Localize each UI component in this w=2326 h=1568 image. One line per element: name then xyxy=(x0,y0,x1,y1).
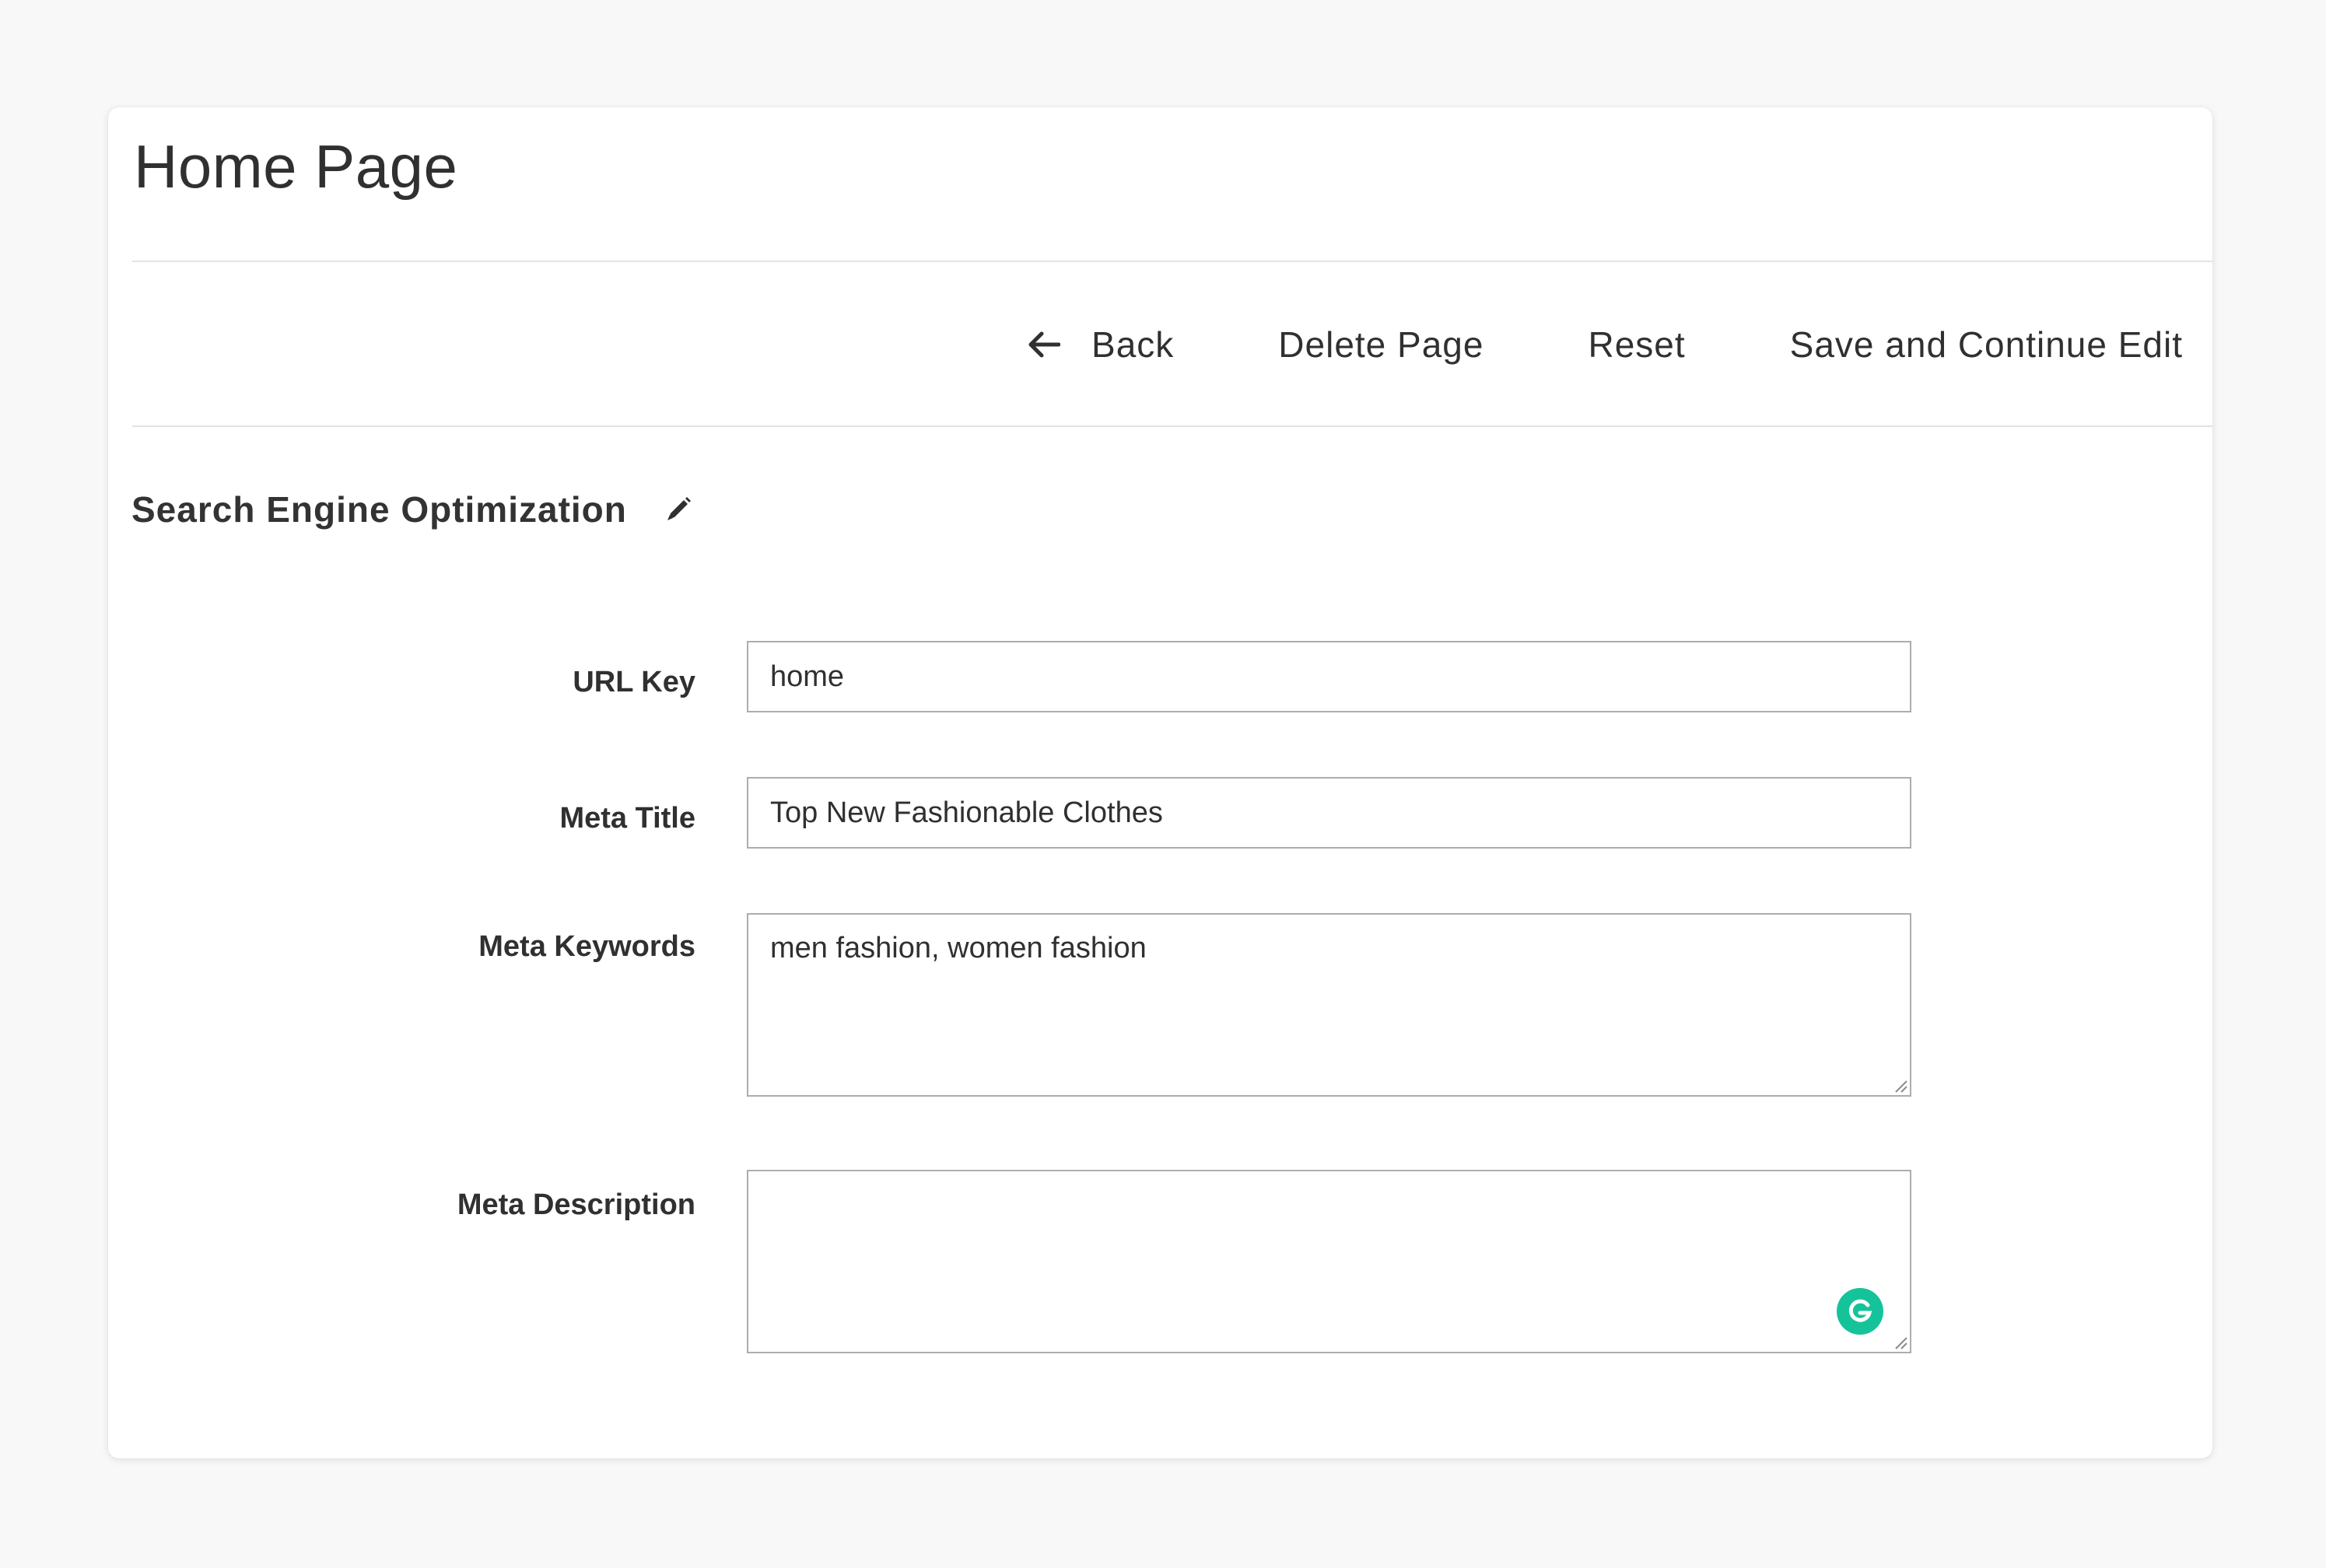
url-key-value: home xyxy=(770,660,845,693)
meta-title-value: Top New Fashionable Clothes xyxy=(770,796,1163,829)
page-card: Home Page Back Delete Page Reset Save an… xyxy=(108,107,2212,1458)
meta-title-input[interactable]: Top New Fashionable Clothes xyxy=(747,777,1911,849)
page-title: Home Page xyxy=(134,132,458,201)
save-and-continue-button-label: Save and Continue Edit xyxy=(1789,324,2183,365)
meta-description-label: Meta Description xyxy=(457,1188,695,1221)
pencil-icon[interactable] xyxy=(663,494,694,525)
reset-button[interactable]: Reset xyxy=(1588,324,1685,366)
meta-keywords-value: men fashion, women fashion xyxy=(770,932,1147,964)
page-actions-toolbar: Back Delete Page Reset Save and Continue… xyxy=(1028,317,2183,372)
back-button-label: Back xyxy=(1091,324,1175,365)
meta-description-textarea[interactable] xyxy=(747,1170,1911,1353)
back-button[interactable]: Back xyxy=(1028,324,1174,366)
section-title-label: Search Engine Optimization xyxy=(131,489,627,530)
url-key-input[interactable]: home xyxy=(747,641,1911,712)
delete-page-button-label: Delete Page xyxy=(1278,324,1484,365)
url-key-label: URL Key xyxy=(573,666,695,698)
delete-page-button[interactable]: Delete Page xyxy=(1278,324,1484,366)
meta-keywords-textarea[interactable]: men fashion, women fashion xyxy=(747,913,1911,1097)
save-and-continue-button[interactable]: Save and Continue Edit xyxy=(1790,324,2183,366)
reset-button-label: Reset xyxy=(1588,324,1686,365)
toolbar-divider xyxy=(132,425,2212,427)
section-title: Search Engine Optimization xyxy=(131,488,694,530)
header-divider xyxy=(132,261,2212,262)
meta-keywords-label: Meta Keywords xyxy=(478,930,695,963)
arrow-left-icon xyxy=(1028,331,1061,358)
grammarly-icon[interactable] xyxy=(1837,1288,1883,1335)
resize-grip-icon[interactable] xyxy=(1891,1333,1908,1350)
resize-grip-icon[interactable] xyxy=(1891,1076,1908,1094)
meta-title-label: Meta Title xyxy=(559,802,695,835)
